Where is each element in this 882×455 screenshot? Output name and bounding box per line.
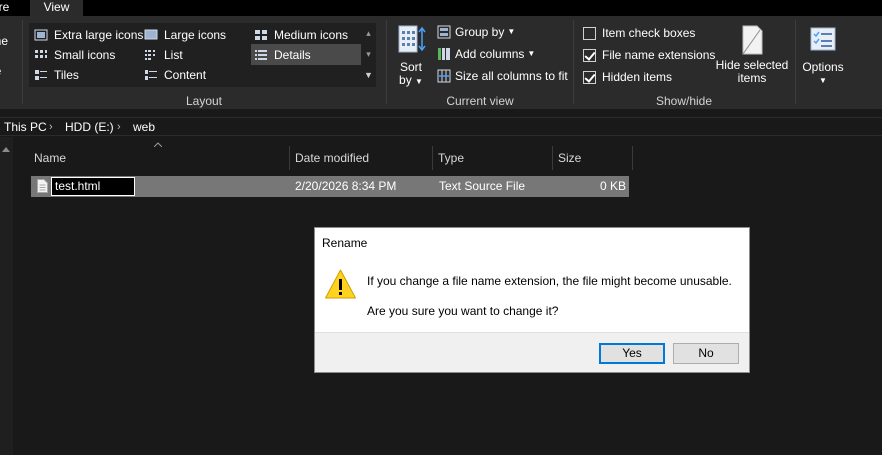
dialog-question: Are you sure you want to change it? xyxy=(367,304,559,318)
file-icon xyxy=(37,179,48,193)
layout-large-icons[interactable]: Large icons xyxy=(144,26,226,44)
options-label: Options xyxy=(802,60,844,74)
content-icon xyxy=(144,68,158,82)
add-columns-icon xyxy=(437,47,451,61)
warning-icon xyxy=(325,269,356,299)
file-name-extensions-checkbox[interactable] xyxy=(583,48,596,62)
add-columns-button[interactable]: Add columns ▼ xyxy=(437,44,535,64)
rename-dialog: Rename If you change a file name extensi… xyxy=(314,227,750,373)
file-type: Text Source File xyxy=(439,179,526,193)
details-icon xyxy=(254,48,268,62)
layout-tiles[interactable]: Tiles xyxy=(34,66,79,84)
layout-medium-icons[interactable]: Medium icons xyxy=(254,26,348,44)
size-columns-icon xyxy=(437,69,451,83)
group-label-show-hide: Show/hide xyxy=(655,94,713,108)
hide-selected-label-line2: items xyxy=(737,71,767,85)
breadcrumb-chevron-icon[interactable]: › xyxy=(49,119,53,135)
item-check-boxes-checkbox[interactable] xyxy=(583,26,596,40)
options-button[interactable]: Options ▼ xyxy=(800,24,846,87)
hide-selected-items-icon xyxy=(742,25,763,55)
group-separator xyxy=(795,20,796,104)
ribbon: ane ne Extra large icons Large icons Med… xyxy=(0,16,882,109)
group-separator xyxy=(573,20,574,104)
column-header-size[interactable]: Size xyxy=(553,146,632,170)
column-header-date-modified[interactable]: Date modified xyxy=(290,146,432,170)
tiles-icon xyxy=(34,68,48,82)
yes-button[interactable]: Yes xyxy=(599,343,665,364)
layout-small-icons[interactable]: Small icons xyxy=(34,46,115,64)
layout-item-label: List xyxy=(164,48,183,62)
ribbon-tab-strip: are View xyxy=(0,0,882,17)
size-all-columns-label: Size all columns to fit xyxy=(455,69,568,83)
file-name-extensions-toggle[interactable]: File name extensions xyxy=(583,45,715,65)
add-columns-label: Add columns xyxy=(455,47,525,61)
file-size: 0 KB xyxy=(599,179,626,193)
list-icon xyxy=(144,48,158,62)
column-divider[interactable] xyxy=(632,146,633,170)
address-bar[interactable]: This PC › HDD (E:) › web xyxy=(0,117,882,136)
group-separator xyxy=(386,20,387,104)
layout-gallery-scroll[interactable]: ▴ ▾ ▼ xyxy=(361,23,376,87)
layout-item-label: Large icons xyxy=(164,28,227,42)
dialog-title: Rename xyxy=(322,236,368,250)
scroll-up-icon[interactable] xyxy=(2,147,10,152)
extra-large-icons-icon xyxy=(34,28,48,42)
layout-extra-large-icons[interactable]: Extra large icons xyxy=(34,26,143,44)
chevron-down-icon: ▼ xyxy=(527,49,536,58)
rename-input[interactable]: test.html xyxy=(51,177,135,196)
layout-list[interactable]: List xyxy=(144,46,183,64)
tab-view[interactable]: View xyxy=(30,0,83,17)
gallery-up-icon[interactable]: ▴ xyxy=(361,23,376,44)
column-header-type[interactable]: Type xyxy=(433,146,552,170)
hidden-items-label: Hidden items xyxy=(602,70,673,84)
layout-item-label: Tiles xyxy=(54,68,79,82)
hidden-items-toggle[interactable]: Hidden items xyxy=(583,67,672,87)
item-check-boxes-label: Item check boxes xyxy=(602,26,696,40)
sort-by-icon xyxy=(398,25,426,53)
breadcrumb-chevron-icon[interactable]: › xyxy=(117,119,121,135)
file-date-modified: 2/20/2026 8:34 PM xyxy=(295,179,397,193)
item-check-boxes-toggle[interactable]: Item check boxes xyxy=(583,23,695,43)
layout-item-label: Extra large icons xyxy=(54,28,144,42)
file-name-extensions-label: File name extensions xyxy=(602,48,716,62)
sort-by-label-line2: by ▼ xyxy=(399,73,423,87)
breadcrumb-web[interactable]: web xyxy=(133,119,155,135)
group-label-layout: Layout xyxy=(185,94,223,108)
breadcrumb-this-pc[interactable]: This PC xyxy=(4,119,47,135)
chevron-down-icon: ▼ xyxy=(819,76,827,85)
hidden-items-checkbox[interactable] xyxy=(583,70,596,84)
layout-item-label: Small icons xyxy=(54,48,116,62)
large-icons-icon xyxy=(144,28,158,42)
group-by-label: Group by xyxy=(455,25,505,39)
gallery-down-icon[interactable]: ▾ xyxy=(361,44,376,65)
size-all-columns-button[interactable]: Size all columns to fit xyxy=(437,66,568,86)
gallery-more-icon[interactable]: ▼ xyxy=(361,65,376,86)
no-button[interactable]: No xyxy=(673,343,739,364)
navigation-pane[interactable] xyxy=(0,137,13,455)
column-header-name[interactable]: Name xyxy=(29,146,289,170)
group-label-current-view: Current view xyxy=(446,94,514,108)
layout-item-label: Details xyxy=(274,47,311,62)
options-icon xyxy=(810,27,836,51)
layout-item-label: Content xyxy=(164,68,207,82)
pane-button-partial[interactable]: ane xyxy=(0,34,8,48)
sort-by-button[interactable]: Sort by ▼ xyxy=(394,24,428,88)
pane-button-partial-2[interactable]: ne xyxy=(0,64,1,78)
chevron-down-icon: ▼ xyxy=(507,27,516,36)
dialog-button-bar: Yes No xyxy=(315,332,749,372)
dialog-message: If you change a file name extension, the… xyxy=(367,274,732,288)
medium-icons-icon xyxy=(254,28,268,42)
group-separator xyxy=(22,20,23,104)
small-icons-icon xyxy=(34,48,48,62)
tab-share[interactable]: are xyxy=(0,0,15,16)
hide-selected-items-button[interactable]: Hide selected items xyxy=(714,24,790,85)
layout-details[interactable]: Details xyxy=(251,44,361,65)
group-by-icon xyxy=(437,25,451,39)
breadcrumb-hdd[interactable]: HDD (E:) xyxy=(65,119,114,135)
layout-item-label: Medium icons xyxy=(274,28,349,42)
group-by-button[interactable]: Group by ▼ xyxy=(437,22,515,42)
layout-content[interactable]: Content xyxy=(144,66,206,84)
